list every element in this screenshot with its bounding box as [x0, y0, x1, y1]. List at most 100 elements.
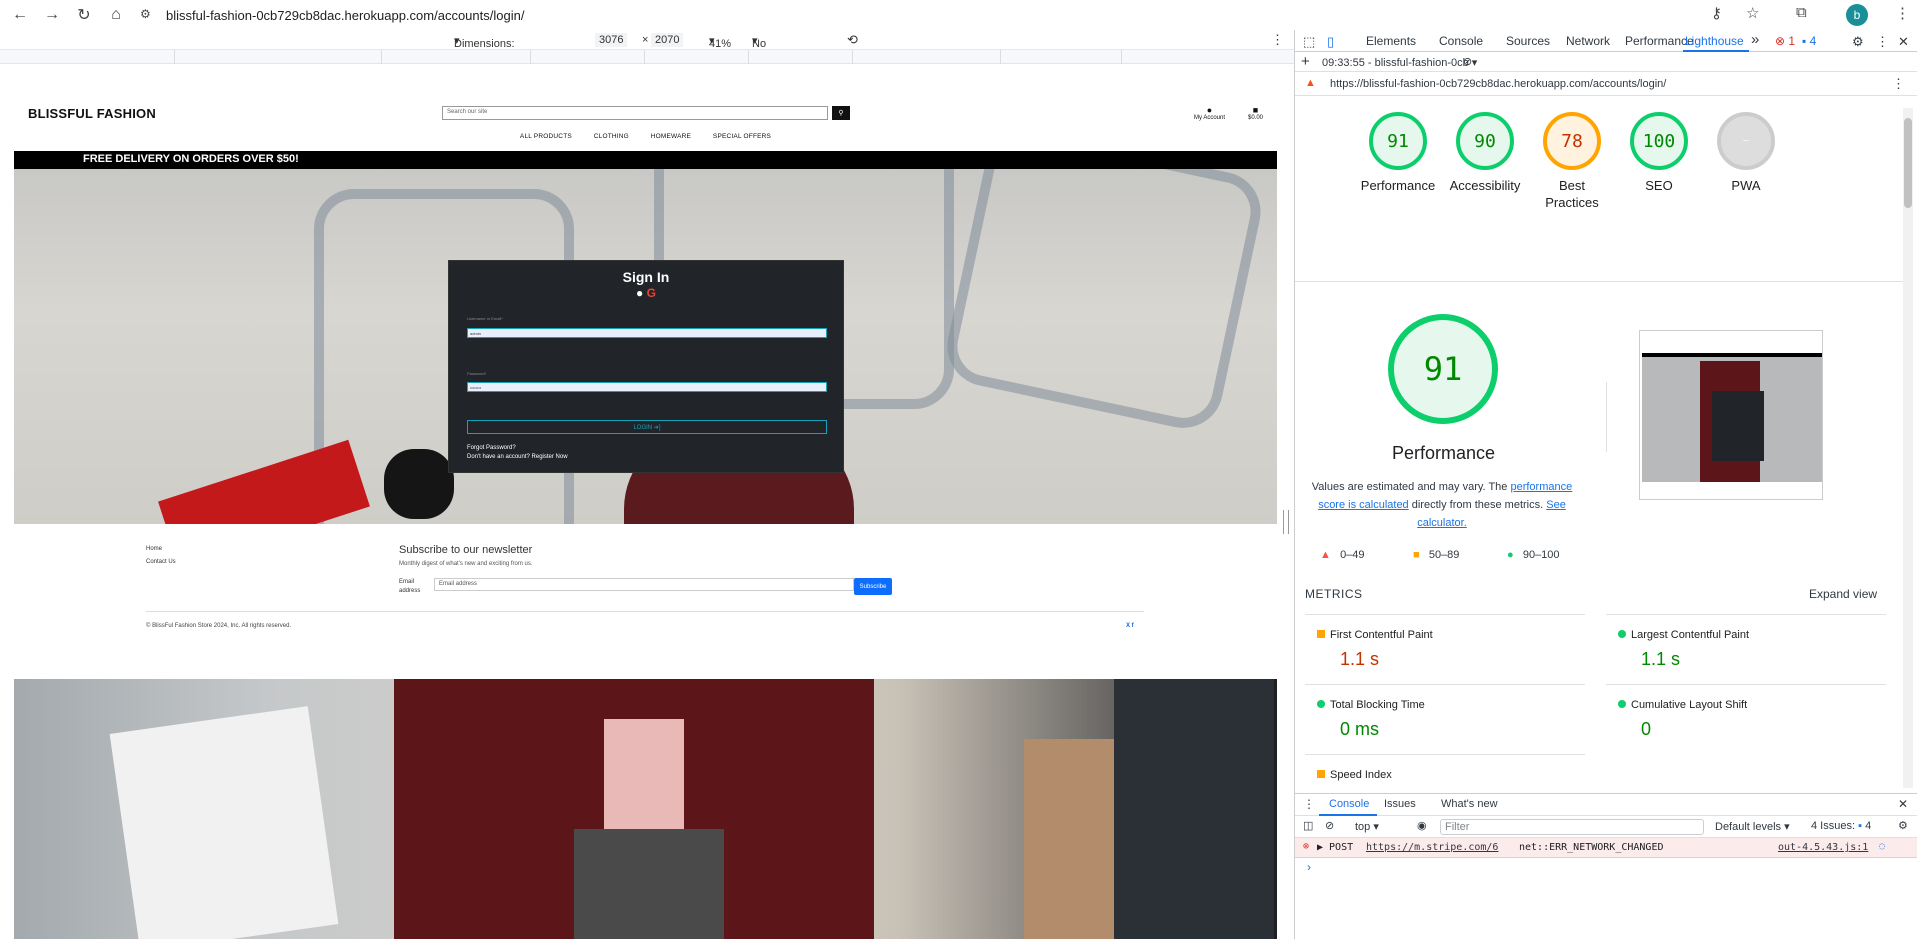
nav-homeware[interactable]: HOMEWARE — [651, 133, 691, 140]
console-filter-input[interactable]: Filter — [1440, 819, 1704, 835]
site-info-icon[interactable]: ⚙ — [140, 7, 151, 21]
my-account-link[interactable]: ● My Account — [1194, 105, 1225, 121]
password-key-icon[interactable]: ⚷ — [1711, 4, 1722, 22]
register-link[interactable]: Don't have an account? Register Now — [467, 454, 568, 460]
throttling-dropdown[interactable]: No throttling ▾ — [752, 34, 794, 62]
tab-elements[interactable]: Elements — [1366, 34, 1416, 48]
metric-value: 1.1 s — [1340, 649, 1380, 669]
subscribe-button[interactable]: Subscribe — [854, 578, 892, 595]
dimensions-dropdown[interactable]: Dimensions: Responsive ▾ — [454, 34, 515, 62]
site-search-button[interactable]: ⚲ — [832, 106, 850, 120]
report-menu-icon[interactable]: ⋮ — [1892, 76, 1905, 92]
tab-lighthouse[interactable]: Lighthouse — [1685, 34, 1744, 48]
devtools-menu-icon[interactable]: ⋮ — [1876, 34, 1889, 50]
chrome-menu-icon[interactable]: ⋮ — [1895, 4, 1910, 22]
issues-counter[interactable]: 4 Issues: ▪ 4 — [1811, 820, 1871, 832]
github-icon[interactable]: ● — [636, 286, 643, 300]
device-toggle-icon[interactable]: ▯ — [1327, 34, 1334, 50]
console-settings-icon[interactable]: ⚙ — [1898, 819, 1908, 832]
average-square-icon — [1317, 770, 1325, 778]
drawer-close-icon[interactable]: ✕ — [1898, 797, 1908, 811]
social-icons[interactable]: X f — [1126, 623, 1134, 629]
newsletter-email-input[interactable]: Email address — [434, 578, 854, 591]
error-method[interactable]: ▶ POST — [1317, 842, 1353, 853]
expand-view-toggle[interactable]: Expand view — [1809, 587, 1877, 601]
footer-contact-link[interactable]: Contact Us — [146, 559, 176, 565]
cart-link[interactable]: ■ $0.00 — [1248, 105, 1263, 121]
gauge-seo[interactable]: 100 SEO — [1619, 112, 1699, 194]
tab-network[interactable]: Network — [1566, 34, 1610, 48]
console-prompt[interactable]: › — [1307, 860, 1311, 874]
lighthouse-url-bar: ▲ https://blissful-fashion-0cb729cb8dac.… — [1295, 72, 1917, 96]
inspect-icon[interactable]: ⬚ — [1303, 34, 1315, 50]
login-button[interactable]: LOGIN ➜] — [467, 420, 827, 434]
score-accessibility: 90 — [1456, 112, 1514, 170]
error-source-link[interactable]: out-4.5.43.js:1 — [1778, 842, 1868, 853]
home-icon[interactable]: ⌂ — [106, 5, 126, 25]
drawer-tab-console[interactable]: Console — [1329, 798, 1369, 810]
back-icon[interactable]: ← — [10, 5, 30, 25]
username-field[interactable]: admin — [467, 328, 827, 338]
drawer-tab-issues[interactable]: Issues — [1384, 798, 1416, 810]
device-toolbar: Dimensions: Responsive ▾ 3076 × 2070 41%… — [0, 30, 1295, 62]
gauge-pwa[interactable]: — PWA — [1706, 112, 1786, 194]
score-best-practices: 78 — [1543, 112, 1601, 170]
nav-all-products[interactable]: ALL PRODUCTS — [520, 133, 572, 140]
ai-explain-icon[interactable]: ◌ — [1879, 841, 1885, 852]
tab-console[interactable]: Console — [1439, 34, 1483, 48]
drawer-tab-whats-new[interactable]: What's new — [1441, 798, 1498, 810]
bookmark-star-icon[interactable]: ☆ — [1746, 4, 1759, 22]
log-levels-dropdown[interactable]: Default levels ▾ — [1715, 820, 1790, 833]
google-icon[interactable]: G — [647, 286, 656, 300]
profile-avatar[interactable]: b — [1846, 4, 1868, 26]
settings-icon[interactable]: ⚙ — [1852, 34, 1864, 50]
new-report-icon[interactable]: + — [1301, 53, 1310, 70]
more-tabs-icon[interactable]: » — [1751, 31, 1759, 48]
tab-sources[interactable]: Sources — [1506, 34, 1550, 48]
drawer-menu-icon[interactable]: ⋮ — [1303, 797, 1315, 811]
footer-home-link[interactable]: Home — [146, 546, 162, 552]
gauge-performance[interactable]: 91 Performance — [1358, 112, 1438, 194]
error-url[interactable]: https://m.stripe.com/6 — [1366, 842, 1498, 853]
cart-total: $0.00 — [1248, 115, 1264, 121]
device-more-icon[interactable]: ⋮ — [1271, 32, 1284, 48]
viewport-resize-handle[interactable] — [1283, 510, 1289, 534]
password-field[interactable]: •••••••• — [467, 382, 827, 392]
width-input[interactable]: 3076 — [595, 33, 628, 47]
newsletter-title: Subscribe to our newsletter — [399, 544, 533, 556]
sidebar-toggle-icon[interactable]: ◫ — [1303, 819, 1313, 832]
report-selector[interactable]: 09:33:55 - blissful-fashion-0cb ▾ — [1322, 56, 1477, 69]
issue-count: 4 — [1809, 34, 1817, 48]
nav-special-offers[interactable]: SPECIAL OFFERS — [713, 133, 771, 140]
reload-icon[interactable]: ↻ — [74, 5, 94, 25]
score-label-performance: Performance — [1360, 178, 1436, 193]
rotate-icon[interactable]: ⟲ — [847, 32, 858, 48]
clear-report-icon[interactable]: ⊘ — [1463, 55, 1472, 68]
nav-clothing[interactable]: CLOTHING — [594, 133, 629, 140]
clear-console-icon[interactable]: ⊘ — [1325, 819, 1334, 832]
site-logo[interactable]: BLISSFUL FASHION — [28, 106, 156, 121]
error-badge[interactable]: ⊗ 1 — [1775, 34, 1795, 48]
gauge-best-practices[interactable]: 78 Best Practices — [1532, 112, 1612, 211]
extensions-icon[interactable]: ⧉ — [1796, 4, 1807, 21]
height-input[interactable]: 2070 — [651, 33, 684, 47]
promo-banner: FREE DELIVERY ON ORDERS OVER $50! — [14, 151, 1277, 169]
gauge-accessibility[interactable]: 90 Accessibility — [1445, 112, 1525, 194]
address-bar[interactable]: ⚙ blissful-fashion-0cb729cb8dac.herokuap… — [130, 3, 1760, 27]
devtools-tabbar: ⬚ ▯ Elements Console Sources Network Per… — [1295, 30, 1917, 52]
zoom-dropdown[interactable]: 41% ▾ — [709, 34, 731, 50]
context-selector[interactable]: top ▾ — [1355, 820, 1379, 833]
final-screenshot-thumbnail[interactable] — [1639, 330, 1823, 500]
tab-performance[interactable]: Performance — [1625, 34, 1694, 48]
devtools-close-icon[interactable]: ✕ — [1898, 34, 1909, 50]
cart-icon: ■ — [1252, 105, 1259, 115]
forward-icon[interactable]: → — [42, 5, 62, 25]
report-scrollbar[interactable] — [1903, 108, 1913, 788]
metric-value: 0 ms — [1340, 719, 1380, 739]
forgot-password-link[interactable]: Forgot Password? — [467, 445, 516, 451]
issues-badge[interactable]: ▪ 4 — [1802, 34, 1816, 48]
live-expression-icon[interactable]: ◉ — [1417, 819, 1427, 832]
legend-average-label: 50–89 — [1428, 549, 1460, 561]
site-search-input[interactable]: Search our site — [442, 106, 828, 120]
console-toolbar: ◫ ⊘ top ▾ ◉ Filter Default levels ▾ 4 Is… — [1295, 816, 1917, 838]
